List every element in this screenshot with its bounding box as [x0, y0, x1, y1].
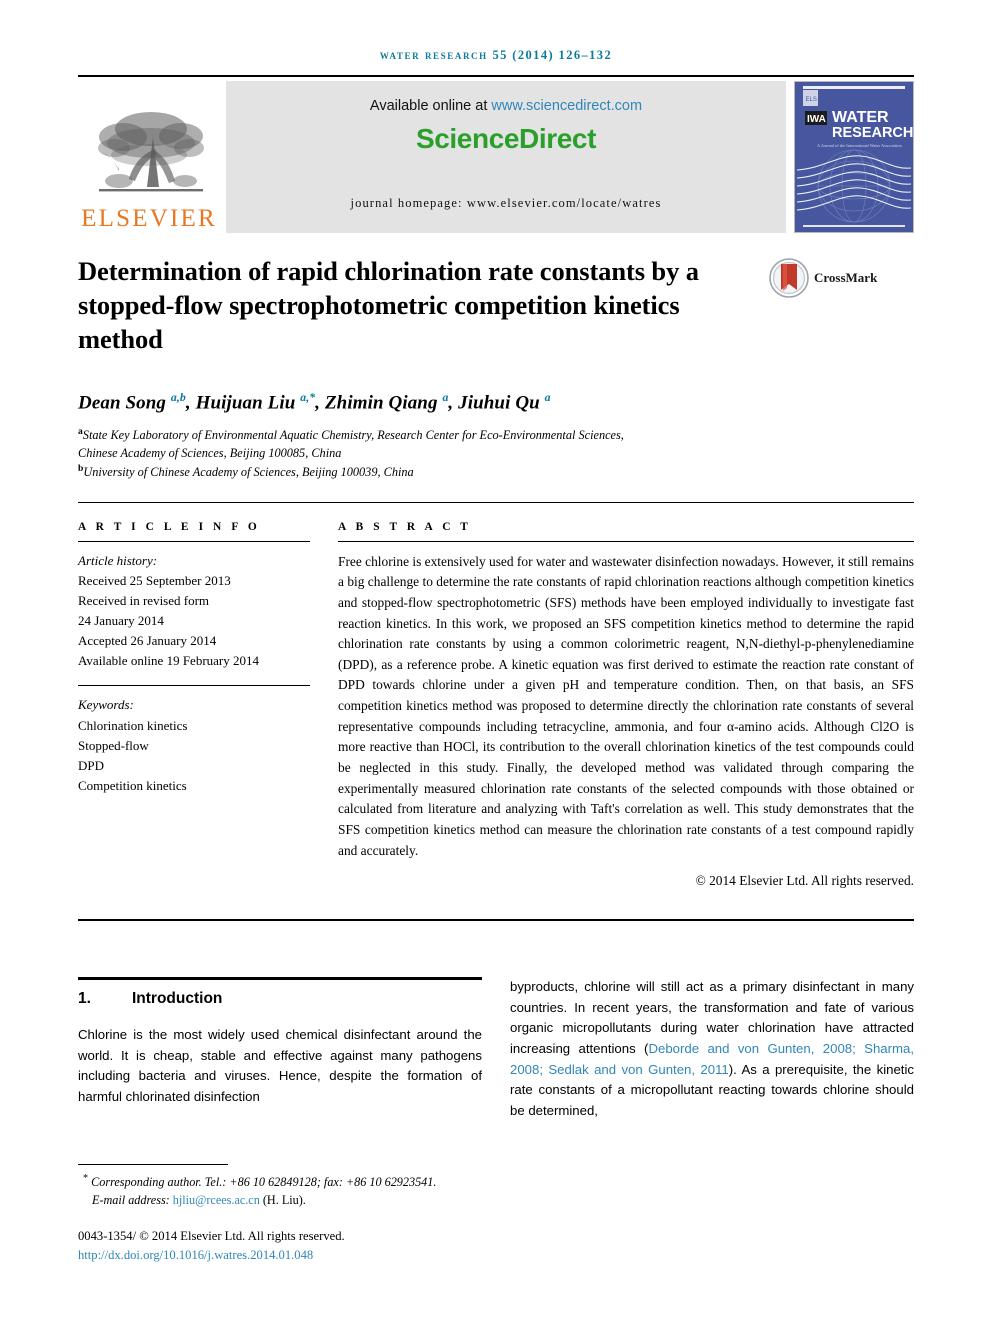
- paper-page: water research 55 (2014) 126–132 ELSEVIE…: [0, 0, 992, 1323]
- abstract-rule: [338, 540, 914, 542]
- info-abstract-columns: A R T I C L E I N F O Article history: R…: [78, 521, 914, 890]
- abstract-bottom-rule: [78, 919, 914, 922]
- article-history-block: Article history: Received 25 September 2…: [78, 551, 310, 672]
- body-column-right: byproducts, chlorine will still act as a…: [510, 977, 914, 1121]
- running-head-citation: 55 (2014) 126–132: [492, 48, 613, 62]
- issn-line: 0043-1354/ © 2014 Elsevier Ltd. All righ…: [78, 1229, 345, 1244]
- affiliation-a-line2: Chinese Academy of Sciences, Beijing 100…: [78, 445, 342, 460]
- history-item: Received in revised form: [78, 592, 210, 608]
- issn-copyright-block: 0043-1354/ © 2014 Elsevier Ltd. All righ…: [78, 1227, 482, 1265]
- footnote-rule: [78, 1164, 228, 1166]
- journal-cover-thumbnail: ELS IWA WATER RESEARCH A Journal of the …: [794, 81, 914, 233]
- page-title: Determination of rapid chlorination rate…: [78, 256, 699, 354]
- svg-text:A Journal of the International: A Journal of the International Water Ass…: [817, 143, 902, 148]
- keywords-label: Keywords:: [78, 697, 134, 713]
- journal-cover-art: ELS IWA WATER RESEARCH A Journal of the …: [795, 82, 913, 232]
- header-rule: [78, 75, 914, 77]
- corresponding-author-text: Corresponding author. Tel.: +86 10 62849…: [91, 1175, 437, 1190]
- email-note: E-mail address: hjliu@rcees.ac.cn (H. Li…: [78, 1191, 482, 1209]
- abstract-copyright: © 2014 Elsevier Ltd. All rights reserved…: [695, 873, 914, 889]
- keyword-item: Stopped-flow: [78, 737, 149, 753]
- affiliation-a-text1: State Key Laboratory of Environmental Aq…: [82, 428, 624, 443]
- sciencedirect-link[interactable]: www.sciencedirect.com: [491, 98, 642, 114]
- section-number: 1.: [78, 990, 91, 1008]
- crossmark-label: CrossMark: [814, 270, 878, 285]
- svg-text:WATER: WATER: [832, 109, 889, 126]
- crossmark-icon: [769, 258, 809, 298]
- title-row: Determination of rapid chlorination rate…: [78, 255, 914, 357]
- svg-text:RESEARCH: RESEARCH: [832, 125, 913, 141]
- available-online-label: Available online at: [369, 98, 488, 114]
- history-item: Received 25 September 2013: [78, 572, 231, 588]
- introduction-rule: [78, 977, 482, 981]
- abstract-heading: A B S T R A C T: [338, 520, 472, 533]
- email-owner: (H. Liu).: [262, 1193, 306, 1208]
- affiliations: aState Key Laboratory of Environmental A…: [78, 425, 914, 482]
- corresponding-marker: *: [83, 1173, 89, 1185]
- email-link[interactable]: hjliu@rcees.ac.cn: [173, 1193, 260, 1207]
- sciencedirect-wordmark: ScienceDirect: [415, 123, 596, 154]
- doi-link[interactable]: http://dx.doi.org/10.1016/j.watres.2014.…: [78, 1248, 313, 1262]
- introduction-paragraph-right: byproducts, chlorine will still act as a…: [510, 977, 914, 1121]
- footnote-area: * Corresponding author. Tel.: +86 10 628…: [78, 1164, 482, 1265]
- affiliation-b-line1: bUniversity of Chinese Academy of Scienc…: [78, 462, 914, 482]
- introduction-heading: 1. Introduction: [78, 990, 482, 1008]
- elsevier-tree-icon: [98, 112, 204, 192]
- keyword-item: Competition kinetics: [78, 778, 187, 793]
- abstract-column: A B S T R A C T Free chlorine is extensi…: [338, 521, 914, 890]
- journal-homepage-line: journal homepage: www.elsevier.com/locat…: [350, 196, 662, 210]
- history-item: Available online 19 February 2014: [78, 653, 259, 669]
- body-column-left: 1. Introduction Chlorine is the most wid…: [78, 977, 482, 1121]
- keyword-item: Chlorination kinetics: [78, 717, 188, 733]
- history-item: 24 January 2014: [78, 613, 164, 629]
- corresponding-author-note: * Corresponding author. Tel.: +86 10 628…: [78, 1171, 482, 1191]
- masthead: ELSEVIER Available online at www.science…: [78, 81, 914, 233]
- affiliation-a-line1: aState Key Laboratory of Environmental A…: [78, 425, 914, 445]
- running-head-journal: water research: [379, 48, 488, 62]
- article-info-heading: A R T I C L E I N F O: [78, 520, 261, 533]
- keywords-block: Keywords: Chlorination kinetics Stopped-…: [78, 695, 310, 796]
- author-list: Dean Song a,b, Huijuan Liu a,*, Zhimin Q…: [78, 390, 551, 414]
- abstract-text: Free chlorine is extensively used for wa…: [338, 553, 914, 858]
- keywords-rule: [78, 685, 310, 687]
- abstract-section-rule: [78, 501, 914, 503]
- introduction-paragraph-left: Chlorine is the most widely used chemica…: [78, 1027, 482, 1104]
- history-item: Accepted 26 January 2014: [78, 633, 217, 649]
- sciencedirect-banner: Available online at www.sciencedirect.co…: [226, 81, 786, 233]
- affiliation-b-text1: University of Chinese Academy of Science…: [83, 465, 414, 480]
- running-head: water research 55 (2014) 126–132: [78, 0, 914, 63]
- available-online-line: Available online at www.sciencedirect.co…: [370, 98, 642, 114]
- body-columns: 1. Introduction Chlorine is the most wid…: [78, 977, 914, 1121]
- keyword-item: DPD: [78, 757, 105, 773]
- svg-text:ELS: ELS: [806, 97, 817, 103]
- article-info-column: A R T I C L E I N F O Article history: R…: [78, 521, 310, 890]
- elsevier-logo: ELSEVIER: [78, 81, 220, 233]
- svg-text:IWA: IWA: [807, 114, 826, 125]
- article-history-label: Article history:: [78, 552, 158, 568]
- section-title: Introduction: [132, 990, 223, 1008]
- crossmark-badge[interactable]: CrossMark: [768, 257, 877, 299]
- elsevier-wordmark: ELSEVIER: [81, 205, 217, 232]
- article-info-rule: [78, 540, 310, 542]
- email-label: E-mail address:: [92, 1193, 170, 1208]
